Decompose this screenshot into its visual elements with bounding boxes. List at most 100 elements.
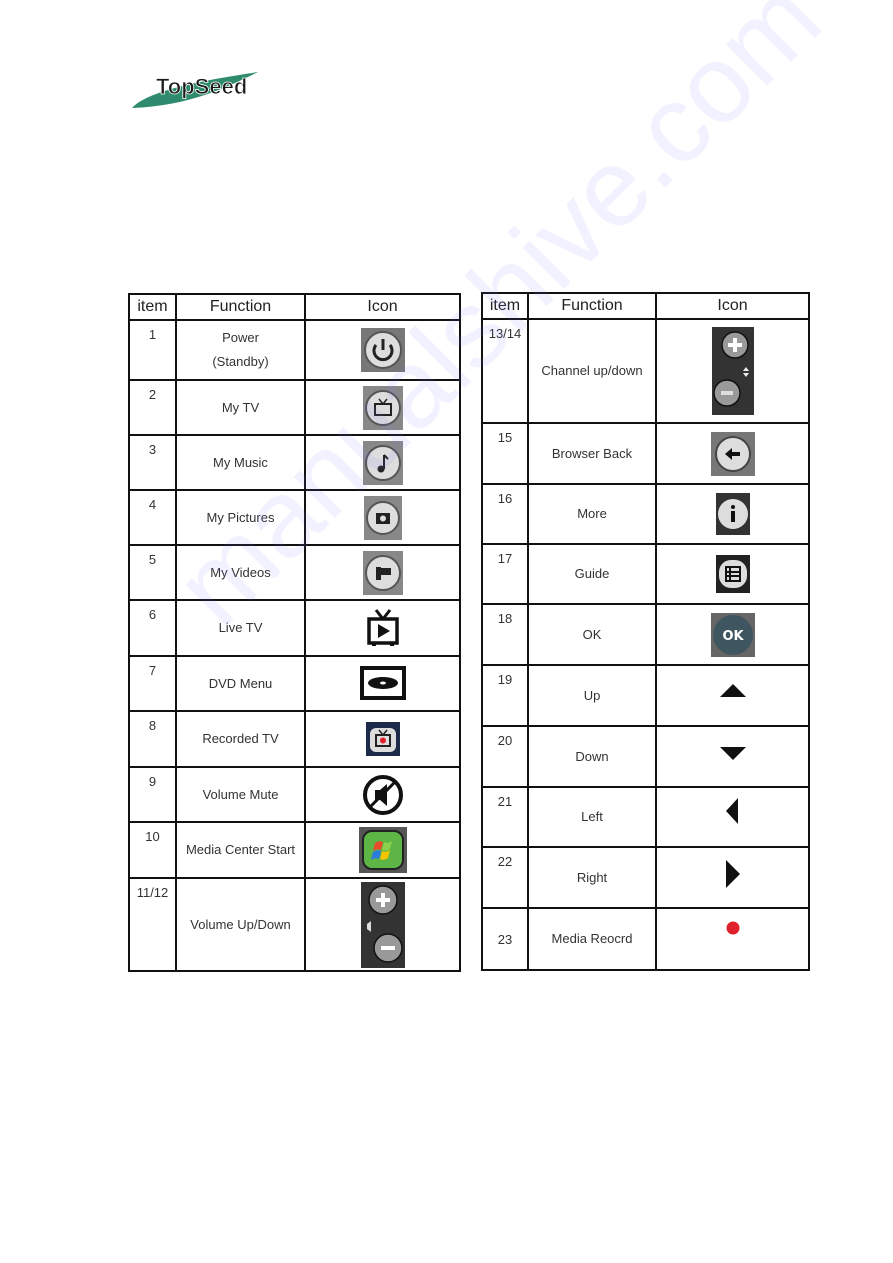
function-label: Browser Back — [527, 422, 657, 485]
table-row: 18 OK OK — [481, 603, 810, 666]
item-number: 1 — [128, 319, 177, 381]
function-label: Up — [527, 664, 657, 727]
icon-cell — [655, 422, 810, 485]
icon-cell — [655, 664, 810, 727]
header-icon: Icon — [304, 293, 461, 321]
function-label: OK — [527, 603, 657, 666]
icon-cell — [304, 489, 461, 546]
header-function: Function — [175, 293, 306, 321]
ok-icon: OK — [710, 612, 755, 657]
item-number: 21 — [481, 786, 529, 848]
table-row: 17 Guide — [481, 543, 810, 605]
function-label: More — [527, 483, 657, 545]
function-label: DVD Menu — [175, 655, 306, 712]
right-triangle-icon — [725, 860, 740, 888]
icon-cell — [304, 655, 461, 712]
table-header-row: item Function Icon — [128, 293, 461, 321]
function-label: Guide — [527, 543, 657, 605]
icon-cell — [655, 318, 810, 424]
icon-cell — [304, 821, 461, 879]
item-number: 6 — [128, 599, 177, 657]
table-row: 3 My Music — [128, 434, 461, 491]
table-row: 19 Up — [481, 664, 810, 727]
item-number: 13/14 — [481, 318, 529, 424]
my-tv-icon — [362, 385, 403, 430]
table-row: 7 DVD Menu — [128, 655, 461, 712]
table-row: 2 My TV — [128, 379, 461, 436]
function-label: My Music — [175, 434, 306, 491]
camera-icon — [363, 495, 402, 540]
header-item: item — [481, 292, 529, 320]
video-camera-icon — [362, 550, 403, 595]
table-row: 9 Volume Mute — [128, 766, 461, 823]
icon-cell — [304, 434, 461, 491]
guide-icon — [715, 555, 750, 593]
item-number: 9 — [128, 766, 177, 823]
function-label: Recorded TV — [175, 710, 306, 768]
function-label-line1: Power — [222, 330, 259, 345]
table-row: 5 My Videos — [128, 544, 461, 601]
windows-start-icon — [358, 827, 407, 873]
item-number: 23 — [481, 907, 529, 971]
function-label: Media Reocrd — [527, 907, 657, 971]
music-note-icon — [362, 440, 403, 485]
up-triangle-icon — [719, 683, 746, 697]
header-icon: Icon — [655, 292, 810, 320]
icon-cell — [304, 544, 461, 601]
table-row: 23 Media Reocrd — [481, 907, 810, 971]
icon-cell: OK — [655, 603, 810, 666]
channel-up-down-icon — [711, 327, 754, 415]
item-number: 22 — [481, 846, 529, 909]
table-row: 1 Power (Standby) — [128, 319, 461, 381]
table-row: 15 Browser Back — [481, 422, 810, 485]
function-label: My Videos — [175, 544, 306, 601]
header-item: item — [128, 293, 177, 321]
record-dot-icon — [726, 921, 739, 935]
function-table-left: item Function Icon 1 Power (Standby) 2 My… — [128, 293, 461, 972]
icon-cell — [304, 710, 461, 768]
function-label: Volume Mute — [175, 766, 306, 823]
item-number: 18 — [481, 603, 529, 666]
item-number: 8 — [128, 710, 177, 768]
table-row: 10 Media Center Start — [128, 821, 461, 879]
volume-up-down-icon — [360, 881, 405, 968]
back-arrow-icon — [710, 431, 755, 476]
function-label: Left — [527, 786, 657, 848]
table-row: 4 My Pictures — [128, 489, 461, 546]
header-function: Function — [527, 292, 657, 320]
icon-cell — [655, 483, 810, 545]
icon-cell — [655, 543, 810, 605]
table-row: 8 Recorded TV — [128, 710, 461, 768]
table-row: 16 More — [481, 483, 810, 545]
item-number: 15 — [481, 422, 529, 485]
function-label: Live TV — [175, 599, 306, 657]
function-label: Channel up/down — [527, 318, 657, 424]
down-triangle-icon — [719, 746, 746, 760]
icon-cell — [304, 877, 461, 972]
icon-cell — [655, 846, 810, 909]
function-label: My TV — [175, 379, 306, 436]
function-label: Media Center Start — [175, 821, 306, 879]
left-triangle-icon — [725, 798, 738, 824]
live-tv-icon — [366, 609, 399, 646]
item-number: 17 — [481, 543, 529, 605]
item-number: 4 — [128, 489, 177, 546]
table-row: 22 Right — [481, 846, 810, 909]
function-label: Right — [527, 846, 657, 909]
function-label: Volume Up/Down — [175, 877, 306, 972]
item-number: 3 — [128, 434, 177, 491]
function-label: My Pictures — [175, 489, 306, 546]
item-number: 11/12 — [128, 877, 177, 972]
ok-icon-text: OK — [722, 629, 744, 644]
icon-cell — [304, 379, 461, 436]
function-label: Down — [527, 725, 657, 788]
icon-cell — [304, 319, 461, 381]
mute-icon — [362, 774, 403, 815]
item-number: 16 — [481, 483, 529, 545]
icon-cell — [655, 725, 810, 788]
item-number: 2 — [128, 379, 177, 436]
icon-cell — [304, 599, 461, 657]
icon-cell — [304, 766, 461, 823]
icon-cell — [655, 786, 810, 848]
table-row: 13/14 Channel up/down — [481, 318, 810, 424]
